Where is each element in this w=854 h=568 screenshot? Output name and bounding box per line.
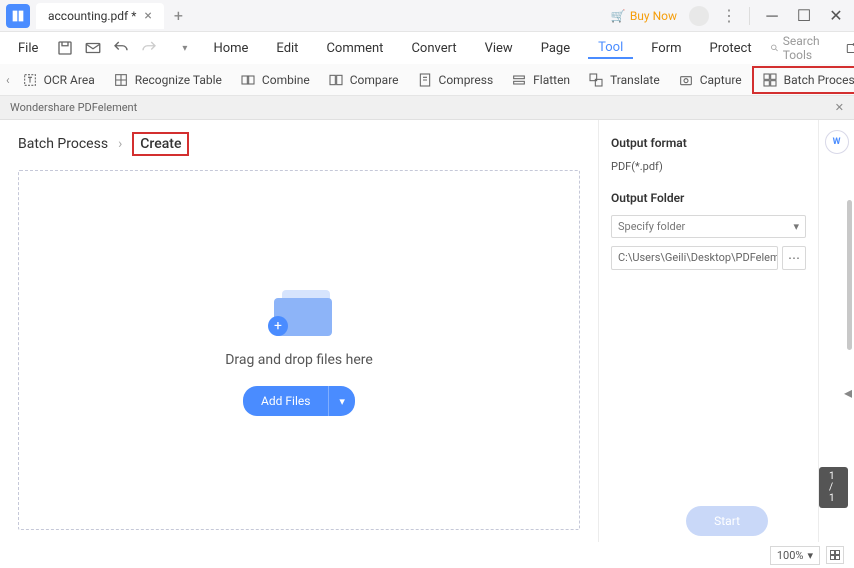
menu-edit[interactable]: Edit [266,39,308,58]
right-rail: W ◂ 1 / 1 [818,120,854,542]
close-window-button[interactable]: ✕ [826,6,846,26]
tool-combine[interactable]: Combine [232,68,318,92]
close-tab-icon[interactable]: × [144,8,151,24]
start-button[interactable]: Start [686,506,768,536]
page-count-badge: 1 / 1 [819,467,848,508]
more-icon[interactable]: ⋮ [721,6,737,25]
zoom-select[interactable]: 100% ▾ [770,546,820,565]
specify-folder-select[interactable]: Specify folder ▾ [611,215,806,238]
mail-icon[interactable] [84,39,102,57]
share-icon[interactable] [845,39,854,57]
document-tab[interactable]: accounting.pdf * × [36,3,164,29]
menu-comment[interactable]: Comment [316,39,393,58]
fit-page-button[interactable] [826,546,844,564]
redo-icon[interactable] [140,39,158,57]
menu-convert[interactable]: Convert [401,39,466,58]
app-logo [6,4,30,28]
menu-page[interactable]: Page [531,39,580,58]
menubar: File ▾ Home Edit Comment Convert View Pa… [0,32,854,64]
output-format-label: Output format [611,136,806,150]
file-menu[interactable]: File [8,39,48,58]
content-area: Batch Process › Create + Drag and drop f… [0,120,854,542]
minimize-button[interactable]: ─ [762,6,782,26]
tool-recognize-table[interactable]: Recognize Table [105,68,230,92]
tool-compare[interactable]: Compare [320,68,407,92]
main-area: Batch Process › Create + Drag and drop f… [0,120,598,542]
panel-close-icon[interactable]: ✕ [835,101,844,114]
menu-view[interactable]: View [475,39,523,58]
panel-header: Wondershare PDFelement ✕ [0,96,854,120]
tool-translate[interactable]: Translate [580,68,668,92]
tab-title: accounting.pdf * [48,9,136,23]
new-tab-button[interactable]: + [174,6,183,25]
search-tools[interactable]: Search Tools [770,34,835,62]
browse-button[interactable]: ⋯ [782,246,806,270]
panel-title: Wondershare PDFelement [10,101,137,114]
folder-icon: + [264,284,334,334]
bc-create: Create [132,132,189,156]
dropzone[interactable]: + Drag and drop files here Add Files ▾ [18,170,580,530]
chevron-down-icon: ▾ [807,549,813,562]
menu-home[interactable]: Home [203,39,258,58]
output-sidebar: Output format PDF(*.pdf) Output Folder S… [598,120,818,542]
cart-icon: 🛒 [611,9,626,23]
tool-flatten[interactable]: Flatten [503,68,578,92]
tool-compress[interactable]: Compress [409,68,502,92]
tool-ocr-area[interactable]: OCR Area [14,68,103,92]
chevron-right-icon: › [118,136,122,152]
add-files-button[interactable]: Add Files [243,386,328,416]
save-icon[interactable] [56,39,74,57]
menu-form[interactable]: Form [641,39,691,58]
breadcrumb: Batch Process › Create [18,132,580,170]
tool-toolbar: ‹ OCR Area Recognize Table Combine Compa… [0,64,854,96]
export-word-button[interactable]: W [825,130,849,154]
tool-batch-process[interactable]: Batch Process [752,66,854,94]
scrollbar[interactable] [847,200,852,350]
output-format-value: PDF(*.pdf) [611,160,806,173]
user-avatar[interactable] [689,6,709,26]
output-folder-label: Output Folder [611,191,806,205]
footer: 100% ▾ [0,542,854,568]
buy-now-link[interactable]: 🛒 Buy Now [611,9,677,23]
output-path-field[interactable]: C:\Users\Geili\Desktop\PDFelement\Cr [611,246,778,270]
chevron-down-icon: ▾ [793,220,799,233]
add-files-dropdown[interactable]: ▾ [328,386,355,416]
undo-icon[interactable] [112,39,130,57]
bc-batch-process[interactable]: Batch Process [18,136,108,152]
menu-protect[interactable]: Protect [700,39,762,58]
tool-capture[interactable]: Capture [670,68,750,92]
maximize-button[interactable]: ☐ [794,6,814,26]
scroll-left-icon[interactable]: ‹ [4,73,12,87]
titlebar: accounting.pdf * × + 🛒 Buy Now ⋮ ─ ☐ ✕ [0,0,854,32]
dropzone-text: Drag and drop files here [225,352,373,368]
menu-tool[interactable]: Tool [588,38,633,59]
expand-rail-icon[interactable]: ◂ [843,380,853,404]
plus-icon: + [268,316,288,336]
